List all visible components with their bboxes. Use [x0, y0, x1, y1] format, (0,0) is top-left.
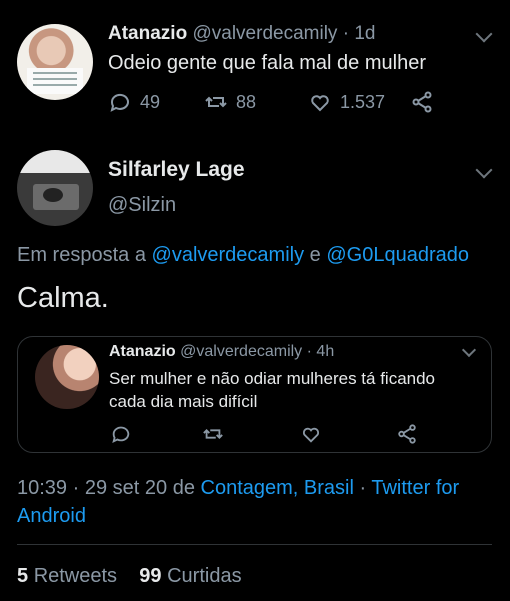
separator: · [342, 23, 350, 44]
tweet-metadata: 10:39 · 29 set 20 de Contagem, Brasil · … [17, 474, 492, 530]
avatar-image-detail [43, 188, 63, 202]
tweet-age[interactable]: 1d [354, 23, 375, 44]
reply-button[interactable]: 49 [108, 90, 160, 114]
tweet-time: 10:39 [17, 477, 68, 499]
like-button[interactable]: 1.537 [308, 90, 385, 114]
tweet-stats: 5 Retweets 99 Curtidas [17, 565, 242, 588]
author-handle[interactable]: @valverdecamily [192, 23, 337, 44]
author-name[interactable]: Atanazio [109, 343, 176, 360]
avatar-card-image [27, 68, 83, 94]
parent-tweet-header: Atanazio @valverdecamily · 1d [108, 23, 375, 45]
author-handle[interactable]: @Silzin [108, 194, 176, 217]
separator: · [359, 477, 367, 499]
share-icon [412, 91, 432, 113]
reply-icon [110, 93, 129, 112]
retweet-button[interactable]: 88 [204, 90, 256, 114]
quoted-tweet-text: Ser mulher e não odiar mulheres tá fican… [109, 369, 436, 411]
divider [17, 544, 492, 545]
likes-stat[interactable]: 99 Curtidas [139, 565, 241, 587]
parent-tweet[interactable]: Atanazio @valverdecamily · 1d Odeio gent… [0, 0, 510, 140]
quoted-tweet-actions [110, 423, 430, 447]
reply-conjunction: e [309, 244, 321, 266]
likes-label: Curtidas [167, 565, 242, 587]
tweet-age[interactable]: 4h [316, 343, 334, 360]
retweets-stat[interactable]: 5 Retweets [17, 565, 117, 587]
likes-count: 99 [139, 565, 162, 587]
chevron-down-icon[interactable] [475, 25, 493, 43]
like-icon [311, 95, 329, 112]
separator: · [306, 343, 312, 360]
reply-context: Em resposta a @valverdecamily e @G0Lquad… [17, 244, 469, 267]
share-button[interactable] [410, 90, 434, 114]
location-link[interactable]: Contagem, Brasil [201, 477, 354, 499]
retweet-count: 88 [236, 91, 257, 112]
retweet-icon [205, 96, 227, 108]
tweet-actions: 49 88 1.537 [108, 90, 438, 118]
location-prefix: de [172, 477, 195, 499]
tweet-text: Odeio gente que fala mal de mulher [108, 52, 426, 74]
mention-link[interactable]: @G0Lquadrado [326, 244, 469, 266]
quoted-tweet-card[interactable]: Atanazio @valverdecamily · 4h Ser mulher… [17, 336, 492, 453]
author-name[interactable]: Atanazio [108, 23, 187, 44]
mention-link[interactable]: @valverdecamily [152, 244, 305, 266]
author-handle[interactable]: @valverdecamily [180, 343, 302, 360]
author-name[interactable]: Silfarley Lage [108, 158, 245, 182]
retweets-count: 5 [17, 565, 29, 587]
reply-count: 49 [140, 91, 161, 112]
tweet-text: Calma. [17, 282, 109, 314]
avatar[interactable] [17, 150, 93, 226]
like-count: 1.537 [340, 91, 386, 112]
chevron-down-icon[interactable] [461, 342, 477, 358]
like-icon[interactable] [300, 423, 322, 445]
tweet-date: 29 set 20 [84, 477, 168, 499]
chevron-down-icon[interactable] [475, 161, 493, 179]
quoted-tweet-header: Atanazio @valverdecamily · 4h [109, 343, 334, 361]
retweets-label: Retweets [33, 565, 118, 587]
separator: · [72, 477, 80, 499]
share-icon[interactable] [396, 423, 418, 445]
avatar[interactable] [35, 345, 99, 409]
reply-prefix: Em resposta a [17, 244, 146, 266]
avatar[interactable] [17, 24, 93, 100]
retweet-icon[interactable] [202, 423, 224, 445]
reply-icon[interactable] [110, 423, 132, 445]
